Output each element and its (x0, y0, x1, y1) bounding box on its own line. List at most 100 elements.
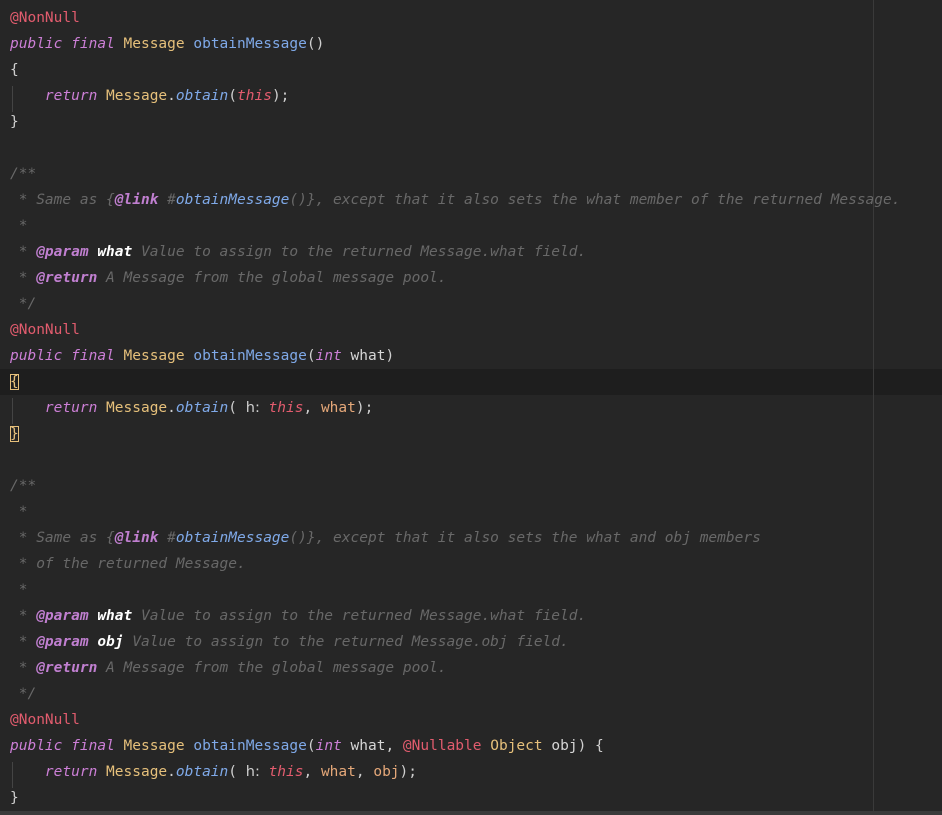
code-line[interactable]: { (0, 57, 942, 83)
token-punc: ); (355, 400, 374, 416)
token-comment: ()}, except that it also sets the what a… (289, 530, 761, 546)
token-type: Message (106, 764, 168, 780)
code-line[interactable]: return Message.obtain( h: this, what); (0, 395, 942, 421)
token-punc: . (167, 764, 176, 780)
token-punc: , (303, 764, 321, 780)
code-line-text: * (10, 577, 28, 603)
code-line[interactable]: * Same as {@link #obtainMessage()}, exce… (0, 525, 942, 551)
token-comment: /** (10, 478, 37, 494)
code-line[interactable]: } (0, 109, 942, 135)
token-punc: . (167, 88, 176, 104)
token-comment: Value to assign to the returned Message.… (132, 244, 587, 260)
code-line-text: * @return A Message from the global mess… (10, 655, 447, 681)
indent-guide (12, 398, 13, 424)
token-param: what (320, 764, 356, 780)
code-line[interactable]: */ (0, 681, 942, 707)
horizontal-scrollbar[interactable] (0, 811, 942, 815)
code-line[interactable]: return Message.obtain(this); (0, 83, 942, 109)
token-docname: obj (97, 634, 124, 650)
code-line-text: * @return A Message from the global mess… (10, 265, 447, 291)
code-line[interactable]: * @param what Value to assign to the ret… (0, 603, 942, 629)
token-punc: ) { (577, 738, 604, 754)
token-plain: obj (551, 738, 578, 754)
code-line-text: * Same as {@link #obtainMessage()}, exce… (10, 187, 901, 213)
code-line[interactable]: * (0, 577, 942, 603)
code-line[interactable]: * Same as {@link #obtainMessage()}, exce… (0, 187, 942, 213)
code-line[interactable]: /** (0, 161, 942, 187)
token-punc: () (306, 36, 325, 52)
token-kw: public (10, 348, 63, 364)
code-line[interactable] (0, 135, 942, 161)
token-comment: * (10, 244, 37, 260)
token-kw: return (44, 88, 98, 104)
token-punc: ( (306, 348, 316, 364)
code-line-text: public final Message obtainMessage(int w… (10, 343, 394, 369)
token-hint: h: (245, 400, 260, 416)
code-editor[interactable]: @NonNull public final Message obtainMessa… (0, 0, 942, 815)
token-doctag: @return (36, 270, 98, 286)
code-line[interactable]: @NonNull (0, 317, 942, 343)
indent-guide (12, 762, 13, 788)
token-doclink: obtainMessage (175, 530, 290, 546)
code-line-text: * @param what Value to assign to the ret… (10, 239, 586, 265)
code-line-text: * (10, 213, 28, 239)
token-methodcall: obtain (175, 88, 229, 104)
token-comment: A Message from the global message pool. (97, 660, 447, 676)
token-kw: int (315, 348, 342, 364)
token-comment: /** (10, 166, 37, 182)
token-docname: what (97, 608, 133, 624)
code-line[interactable]: * of the returned Message. (0, 551, 942, 577)
token-type: Object (490, 738, 543, 754)
code-line[interactable]: * @param what Value to assign to the ret… (0, 239, 942, 265)
token-punc: ( (228, 88, 238, 104)
token-doctag: @param (36, 244, 89, 260)
token-punc: ( (228, 400, 246, 416)
code-line[interactable]: { (0, 369, 942, 395)
token-hint: h: (245, 764, 260, 780)
code-line[interactable]: @NonNull (0, 707, 942, 733)
token-comment: A Message from the global message pool. (97, 270, 447, 286)
token-punc: , (355, 764, 374, 780)
token-punc: ( (306, 738, 316, 754)
code-line[interactable]: * @param obj Value to assign to the retu… (0, 629, 942, 655)
code-line[interactable]: * @return A Message from the global mess… (0, 265, 942, 291)
token-comment: Value to assign to the returned Message.… (132, 608, 587, 624)
code-line[interactable]: public final Message obtainMessage(int w… (0, 343, 942, 369)
code-line[interactable]: public final Message obtainMessage(int w… (0, 733, 942, 759)
code-line-text: */ (10, 291, 36, 317)
code-line-text: @NonNull (10, 317, 80, 343)
code-line-text: * @param what Value to assign to the ret… (10, 603, 586, 629)
code-line[interactable]: */ (0, 291, 942, 317)
code-line[interactable]: * (0, 499, 942, 525)
token-type: Message (123, 738, 185, 754)
token-annot: @NonNull (10, 10, 80, 26)
code-line[interactable]: @NonNull (0, 5, 942, 31)
token-method: obtainMessage (193, 36, 307, 52)
code-line[interactable]: * (0, 213, 942, 239)
code-line[interactable]: public final Message obtainMessage() (0, 31, 942, 57)
code-line[interactable] (0, 447, 942, 473)
token-this: this (237, 88, 272, 104)
token-doctag: @param (36, 634, 89, 650)
code-line[interactable]: /** (0, 473, 942, 499)
right-margin-guide (873, 0, 874, 815)
code-line[interactable]: } (0, 421, 942, 447)
token-comment: * Same as { (10, 530, 115, 546)
token-doclink: obtainMessage (175, 192, 290, 208)
token-type: Message (123, 36, 185, 52)
code-line[interactable]: } (0, 785, 942, 811)
token-comment: */ (10, 296, 37, 312)
token-kw: return (44, 400, 98, 416)
code-line[interactable]: * @return A Message from the global mess… (0, 655, 942, 681)
token-methodcall: obtain (175, 764, 229, 780)
token-comment: * (10, 582, 28, 598)
code-line[interactable]: return Message.obtain( h: this, what, ob… (0, 759, 942, 785)
